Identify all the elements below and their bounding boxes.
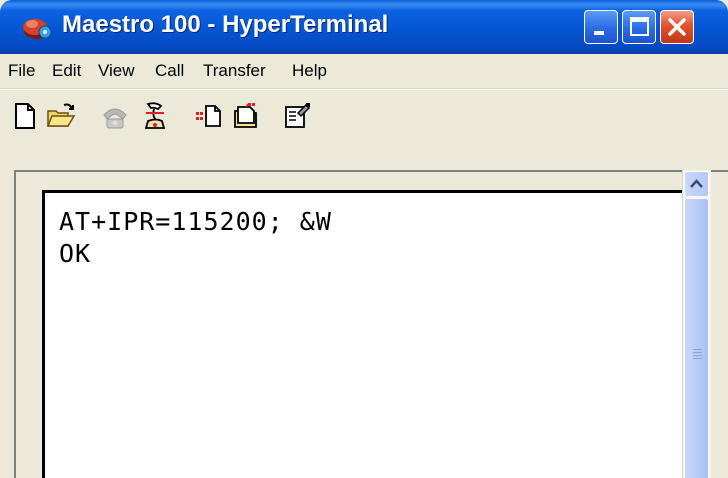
maximize-button[interactable] [622,10,656,44]
menu-edit[interactable]: Edit [52,61,81,81]
minimize-button[interactable] [584,10,618,44]
menu-call[interactable]: Call [155,61,184,81]
scroll-up-button[interactable] [684,171,709,197]
toolbar [0,89,728,144]
send-button[interactable] [194,101,224,131]
open-button[interactable] [46,101,76,131]
close-icon [668,18,686,36]
close-button[interactable] [660,10,694,44]
hyperterminal-app-icon [23,19,52,39]
menu-view[interactable]: View [98,61,135,81]
terminal-screen[interactable]: AT+IPR=115200; &W OK [42,190,682,478]
scrollbar-thumb[interactable] [684,198,709,478]
disconnect-button[interactable] [140,101,170,131]
grip-line [693,352,702,353]
menu-transfer[interactable]: Transfer [203,61,266,81]
chevron-up-icon [690,179,703,188]
properties-button[interactable] [282,101,312,131]
disconnect-icon [144,102,166,129]
menu-file[interactable]: File [8,61,35,81]
grip-line [693,349,702,350]
maximize-icon [630,17,649,36]
window-title: Maestro 100 - HyperTerminal [62,11,389,38]
send-icon [196,105,221,127]
receive-icon [234,103,257,128]
terminal-line: AT+IPR=115200; &W [59,207,332,236]
minimize-icon [594,31,604,35]
vertical-scrollbar[interactable] [682,170,711,478]
connect-button[interactable] [100,101,130,131]
menu-help[interactable]: Help [292,61,327,81]
hyperterminal-window: Maestro 100 - HyperTerminal File Edit Vi… [0,0,728,478]
title-bar[interactable]: Maestro 100 - HyperTerminal [0,0,728,54]
grip-line [693,358,702,359]
properties-icon [285,103,311,128]
new-connection-button[interactable] [10,101,40,131]
new-connection-icon [15,103,35,129]
connect-icon [103,108,127,129]
open-icon [46,103,76,127]
grip-line [693,355,702,356]
receive-button[interactable] [232,101,262,131]
menu-bar: File Edit View Call Transfer Help [0,54,728,89]
terminal-line: OK [59,239,92,268]
